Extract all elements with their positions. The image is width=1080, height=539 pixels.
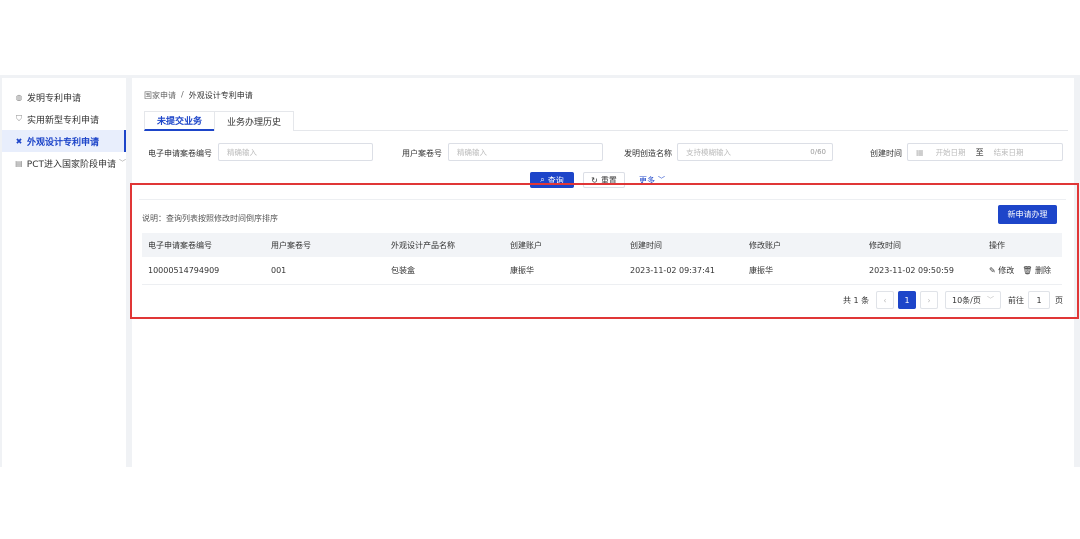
sidebar-item-label: 发明专利申请 xyxy=(27,93,82,104)
breadcrumb-current: 外观设计专利申请 xyxy=(188,91,253,100)
chevron-right-icon: › xyxy=(927,295,931,305)
tab-bar: 未提交业务 业务办理历史 xyxy=(144,111,1068,131)
prev-page-button[interactable]: ‹ xyxy=(876,291,894,309)
breadcrumb-separator: / xyxy=(181,90,184,99)
chevron-down-icon: ﹀ xyxy=(987,296,994,304)
next-page-button[interactable]: › xyxy=(920,291,938,309)
chevron-down-icon: ﹀ xyxy=(119,159,126,167)
search-form: 电子申请案卷编号 精确输入 用户案卷号 精确输入 发明创造名称 支持模糊输入 0… xyxy=(132,143,1074,163)
sidebar-item-utility-model[interactable]: ⛉ 实用新型专利申请 xyxy=(2,108,126,130)
page-number[interactable]: 1 xyxy=(898,291,916,309)
sort-note: 说明：查询列表按照修改时间倒序排序 xyxy=(142,214,278,223)
cell-created: 2023-11-02 09:37:41 xyxy=(630,266,715,275)
column-header: 外观设计产品名称 xyxy=(391,240,455,250)
app-no-label: 电子申请案卷编号 xyxy=(148,149,212,158)
name-input[interactable]: 支持模糊输入 0/60 xyxy=(677,143,833,161)
new-application-button[interactable]: 新申请办理 xyxy=(998,205,1057,224)
user-no-label: 用户案卷号 xyxy=(402,149,442,158)
shield-icon: ⛉ xyxy=(16,114,22,123)
app-no-input[interactable]: 精确输入 xyxy=(218,143,373,161)
edit-link[interactable]: ✎ 修改 xyxy=(989,265,1014,276)
start-date-placeholder: 开始日期 xyxy=(935,147,966,157)
goto-label: 前往 xyxy=(1008,295,1024,305)
column-header: 创建时间 xyxy=(630,240,662,250)
breadcrumb: 国家申请 / 外观设计专利申请 xyxy=(144,90,253,101)
date-range-picker[interactable]: ▦ 开始日期 至 结束日期 xyxy=(907,143,1063,161)
breadcrumb-root[interactable]: 国家申请 xyxy=(144,90,176,101)
tab-unsubmitted[interactable]: 未提交业务 xyxy=(144,111,216,131)
edit-icon: ✎ xyxy=(989,266,996,275)
range-separator: 至 xyxy=(975,147,984,157)
cell-user-no: 001 xyxy=(271,266,287,275)
pagination: 共 1 条 ‹ 1 › 10条/页 ﹀ 前往 1 页 xyxy=(0,291,1080,309)
column-header: 修改账户 xyxy=(749,240,781,250)
goto-page-input[interactable]: 1 xyxy=(1028,291,1050,309)
page-size-value: 10条/页 xyxy=(952,295,981,305)
cell-app-no: 10000514794909 xyxy=(148,266,220,275)
sidebar-item-label: 外观设计专利申请 xyxy=(27,137,100,148)
calendar-icon: ▦ xyxy=(916,147,924,157)
cell-operations: ✎ 修改 🗑 删除 xyxy=(989,257,1051,284)
column-header: 电子申请案卷编号 xyxy=(148,240,212,250)
user-no-input[interactable]: 精确输入 xyxy=(448,143,603,161)
bulb-icon: ◍ xyxy=(15,92,23,102)
table-header: 电子申请案卷编号 用户案卷号 外观设计产品名称 创建账户 创建时间 修改账户 修… xyxy=(142,233,1062,257)
trash-icon: 🗑 xyxy=(1022,266,1033,275)
end-date-placeholder: 结束日期 xyxy=(993,147,1024,157)
sidebar: ◍ 发明专利申请 ⛉ 实用新型专利申请 ✖ 外观设计专利申请 ▤ PCT进入国家… xyxy=(2,78,126,467)
design-icon: ✖ xyxy=(15,136,23,146)
building-icon: ▤ xyxy=(15,158,23,168)
delete-link[interactable]: 🗑 删除 xyxy=(1022,265,1051,276)
sidebar-item-invention-patent[interactable]: ◍ 发明专利申请 xyxy=(2,86,126,108)
cell-modified: 2023-11-02 09:50:59 xyxy=(869,266,954,275)
column-header: 用户案卷号 xyxy=(271,240,311,250)
cell-creator: 康振华 xyxy=(510,266,534,275)
page-size-select[interactable]: 10条/页 ﹀ xyxy=(945,291,1001,309)
table-row[interactable]: 10000514794909 001 包装盒 康振华 2023-11-02 09… xyxy=(142,257,1062,285)
edit-label: 修改 xyxy=(998,266,1015,275)
page-unit: 页 xyxy=(1055,295,1063,305)
cell-modifier: 康振华 xyxy=(749,266,773,275)
column-header: 创建账户 xyxy=(510,240,542,250)
char-counter: 0/60 xyxy=(810,148,826,156)
tab-history[interactable]: 业务办理历史 xyxy=(214,111,295,131)
name-placeholder: 支持模糊输入 xyxy=(686,147,731,157)
total-count: 共 1 条 xyxy=(843,295,870,305)
sidebar-item-design-patent[interactable]: ✖ 外观设计专利申请 xyxy=(2,130,126,152)
name-label: 发明创造名称 xyxy=(624,149,672,158)
delete-label: 删除 xyxy=(1034,266,1051,275)
sidebar-item-pct[interactable]: ▤ PCT进入国家阶段申请 ﹀ xyxy=(2,152,126,174)
cell-product: 包装盒 xyxy=(391,266,415,275)
column-header: 操作 xyxy=(989,240,1005,250)
column-header: 修改时间 xyxy=(869,240,901,250)
sidebar-item-label: PCT进入国家阶段申请 xyxy=(26,159,116,170)
chevron-left-icon: ‹ xyxy=(883,295,887,305)
sidebar-item-label: 实用新型专利申请 xyxy=(27,115,100,126)
created-label: 创建时间 xyxy=(870,149,902,158)
